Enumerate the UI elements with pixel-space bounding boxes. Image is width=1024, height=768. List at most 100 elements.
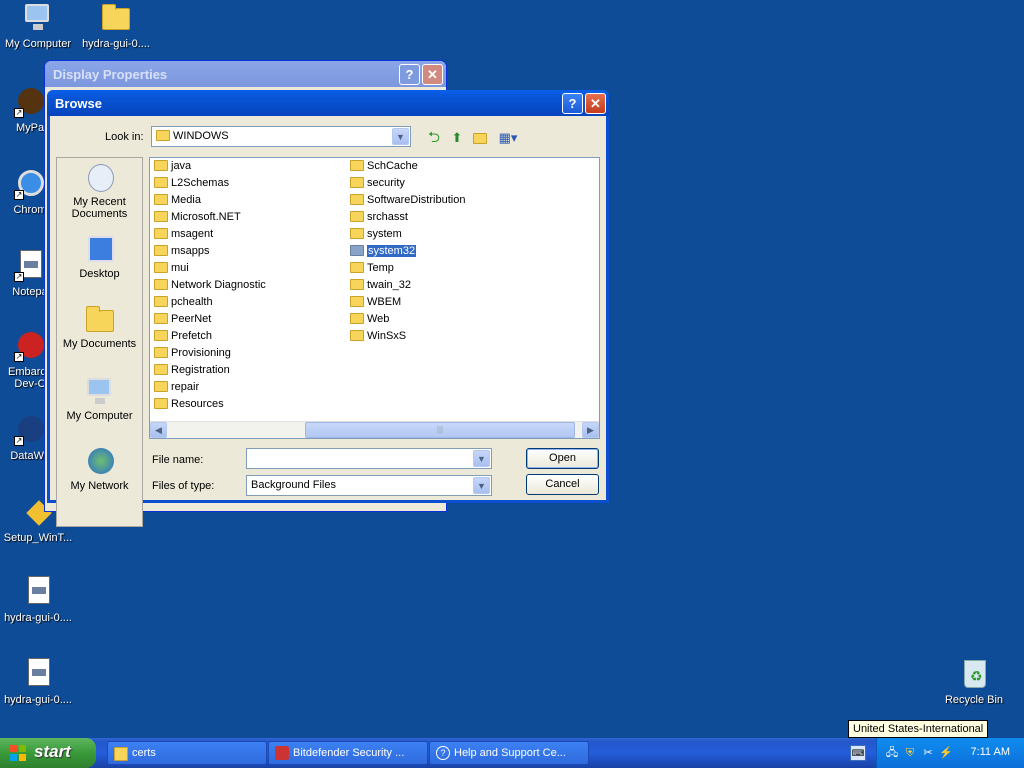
file-list-item[interactable]: Temp xyxy=(347,262,465,279)
desktop-icon-label: hydra-gui-0.... xyxy=(82,38,150,50)
file-list-item[interactable]: twain_32 xyxy=(347,279,465,296)
start-button[interactable]: start xyxy=(0,738,96,768)
bluetooth-tray-icon[interactable]: ⚡ xyxy=(939,746,953,760)
file-list-item[interactable]: msapps xyxy=(151,245,266,262)
browse-titlebar[interactable]: Browse ? ✕ xyxy=(47,90,609,116)
computer-icon xyxy=(84,376,116,408)
file-list-item[interactable]: java xyxy=(151,160,266,177)
tools-tray-icon[interactable]: ✂ xyxy=(921,746,935,760)
file-name: mui xyxy=(171,262,189,274)
places-bar: My Recent Documents Desktop My Documents… xyxy=(56,157,143,527)
place-my-recent-documents[interactable]: My Recent Documents xyxy=(57,162,142,220)
file-list-item[interactable]: PeerNet xyxy=(151,313,266,330)
file-list-item[interactable]: SchCache xyxy=(347,160,465,177)
chrome-icon: ↗ xyxy=(14,168,46,200)
up-folder-icon[interactable]: ⬆ xyxy=(448,129,466,147)
files-of-type-select[interactable]: Background Files ▼ xyxy=(246,475,492,496)
open-button[interactable]: Open xyxy=(526,448,599,469)
file-list-item[interactable]: WBEM xyxy=(347,296,465,313)
folder-icon xyxy=(350,313,364,324)
shield-icon[interactable]: ⛨ xyxy=(903,746,917,760)
task-bitdefender[interactable]: Bitdefender Security ... xyxy=(268,741,428,765)
file-list-item[interactable]: WinSxS xyxy=(347,330,465,347)
cancel-button[interactable]: Cancel xyxy=(526,474,599,495)
file-list-item[interactable]: security xyxy=(347,177,465,194)
chevron-down-icon[interactable]: ▼ xyxy=(473,477,490,494)
keyboard-language-icon[interactable]: ⌨ xyxy=(850,745,866,761)
display-properties-titlebar[interactable]: Display Properties ? ✕ xyxy=(45,61,446,87)
scroll-right-icon[interactable]: ▶ xyxy=(582,422,599,438)
file-list-item[interactable]: L2Schemas xyxy=(151,177,266,194)
task-certs[interactable]: certs xyxy=(107,741,267,765)
file-list-item[interactable]: srchasst xyxy=(347,211,465,228)
file-name: Resources xyxy=(171,398,224,410)
folder-icon xyxy=(154,296,168,307)
folder-icon xyxy=(350,177,364,188)
file-list-item[interactable]: Network Diagnostic xyxy=(151,279,266,296)
look-in-combo[interactable]: WINDOWS ▼ xyxy=(151,126,411,147)
executable-icon xyxy=(22,576,54,608)
file-list[interactable]: java L2Schemas Media Microsoft.NET msagent ms… xyxy=(149,157,600,439)
file-list-item[interactable]: Web xyxy=(347,313,465,330)
close-button[interactable]: ✕ xyxy=(422,64,443,85)
file-name: Media xyxy=(171,194,201,206)
file-name: twain_32 xyxy=(367,279,412,291)
desktop-icon-hydra-2[interactable]: hydra-gui-0.... xyxy=(0,658,76,706)
place-desktop[interactable]: Desktop xyxy=(57,234,142,280)
browse-dialog[interactable]: Browse ? ✕ Look in: WINDOWS ▼ ⮌ ⬆ ▦▾ My … xyxy=(47,90,609,527)
file-column-2: SchCache security SoftwareDistribution srch… xyxy=(347,160,465,347)
file-name: security xyxy=(367,177,405,189)
folder-icon xyxy=(350,228,364,239)
file-name-combo[interactable]: ▼ xyxy=(246,448,492,469)
file-name: WBEM xyxy=(367,296,402,308)
file-list-item[interactable]: Prefetch xyxy=(151,330,266,347)
chevron-down-icon[interactable]: ▼ xyxy=(392,128,409,145)
file-name: Network Diagnostic xyxy=(171,279,266,291)
scroll-thumb[interactable]: ||| xyxy=(305,422,575,438)
file-name: repair xyxy=(171,381,200,393)
network-tray-icon[interactable]: 🖧 xyxy=(885,746,899,760)
file-list-item[interactable]: system xyxy=(347,228,465,245)
clock[interactable]: 7:11 AM xyxy=(970,746,1010,758)
file-name: java xyxy=(171,160,192,172)
help-button[interactable]: ? xyxy=(562,93,583,114)
place-my-network[interactable]: My Network xyxy=(57,446,142,492)
desktop-icon-my-computer[interactable]: My Computer xyxy=(0,2,76,50)
file-list-item[interactable]: repair xyxy=(151,381,266,398)
file-list-item[interactable]: Provisioning xyxy=(151,347,266,364)
task-help-support[interactable]: ? Help and Support Ce... xyxy=(429,741,589,765)
place-my-documents[interactable]: My Documents xyxy=(57,304,142,350)
file-list-item[interactable]: system32 xyxy=(347,245,465,262)
new-folder-icon[interactable] xyxy=(472,129,490,147)
chevron-down-icon[interactable]: ▼ xyxy=(473,450,490,467)
back-icon[interactable]: ⮌ xyxy=(425,129,443,147)
file-name: msagent xyxy=(171,228,214,240)
close-button[interactable]: ✕ xyxy=(585,93,606,114)
place-label: Desktop xyxy=(79,268,120,280)
task-label: Help and Support Ce... xyxy=(454,747,566,759)
file-list-item[interactable]: Media xyxy=(151,194,266,211)
files-of-type-label: Files of type: xyxy=(152,480,215,492)
file-list-item[interactable]: SoftwareDistribution xyxy=(347,194,465,211)
desktop-icon-recycle-bin[interactable]: ♻ Recycle Bin xyxy=(936,658,1012,706)
desktop-icon-label: My Computer xyxy=(4,38,72,50)
desktop-icon-label: Setup_WinT... xyxy=(3,532,73,544)
file-list-item[interactable]: Resources xyxy=(151,398,266,415)
file-list-item[interactable]: Microsoft.NET xyxy=(151,211,266,228)
file-list-item[interactable]: mui xyxy=(151,262,266,279)
file-name: Registration xyxy=(171,364,230,376)
file-list-item[interactable]: Registration xyxy=(151,364,266,381)
task-label: Bitdefender Security ... xyxy=(293,747,405,759)
executable-icon xyxy=(22,658,54,690)
file-list-item[interactable]: msagent xyxy=(151,228,266,245)
desktop-icon-hydra-1[interactable]: hydra-gui-0.... xyxy=(0,576,76,624)
file-name: srchasst xyxy=(367,211,408,223)
help-button[interactable]: ? xyxy=(399,64,420,85)
folder-icon xyxy=(154,330,168,341)
desktop-icon-hydra-folder[interactable]: hydra-gui-0.... xyxy=(78,2,154,50)
place-my-computer[interactable]: My Computer xyxy=(57,376,142,422)
file-list-item[interactable]: pchealth xyxy=(151,296,266,313)
horizontal-scrollbar[interactable]: ◀ ||| ▶ xyxy=(150,421,599,438)
scroll-left-icon[interactable]: ◀ xyxy=(150,422,167,438)
view-menu-icon[interactable]: ▦▾ xyxy=(496,129,520,147)
